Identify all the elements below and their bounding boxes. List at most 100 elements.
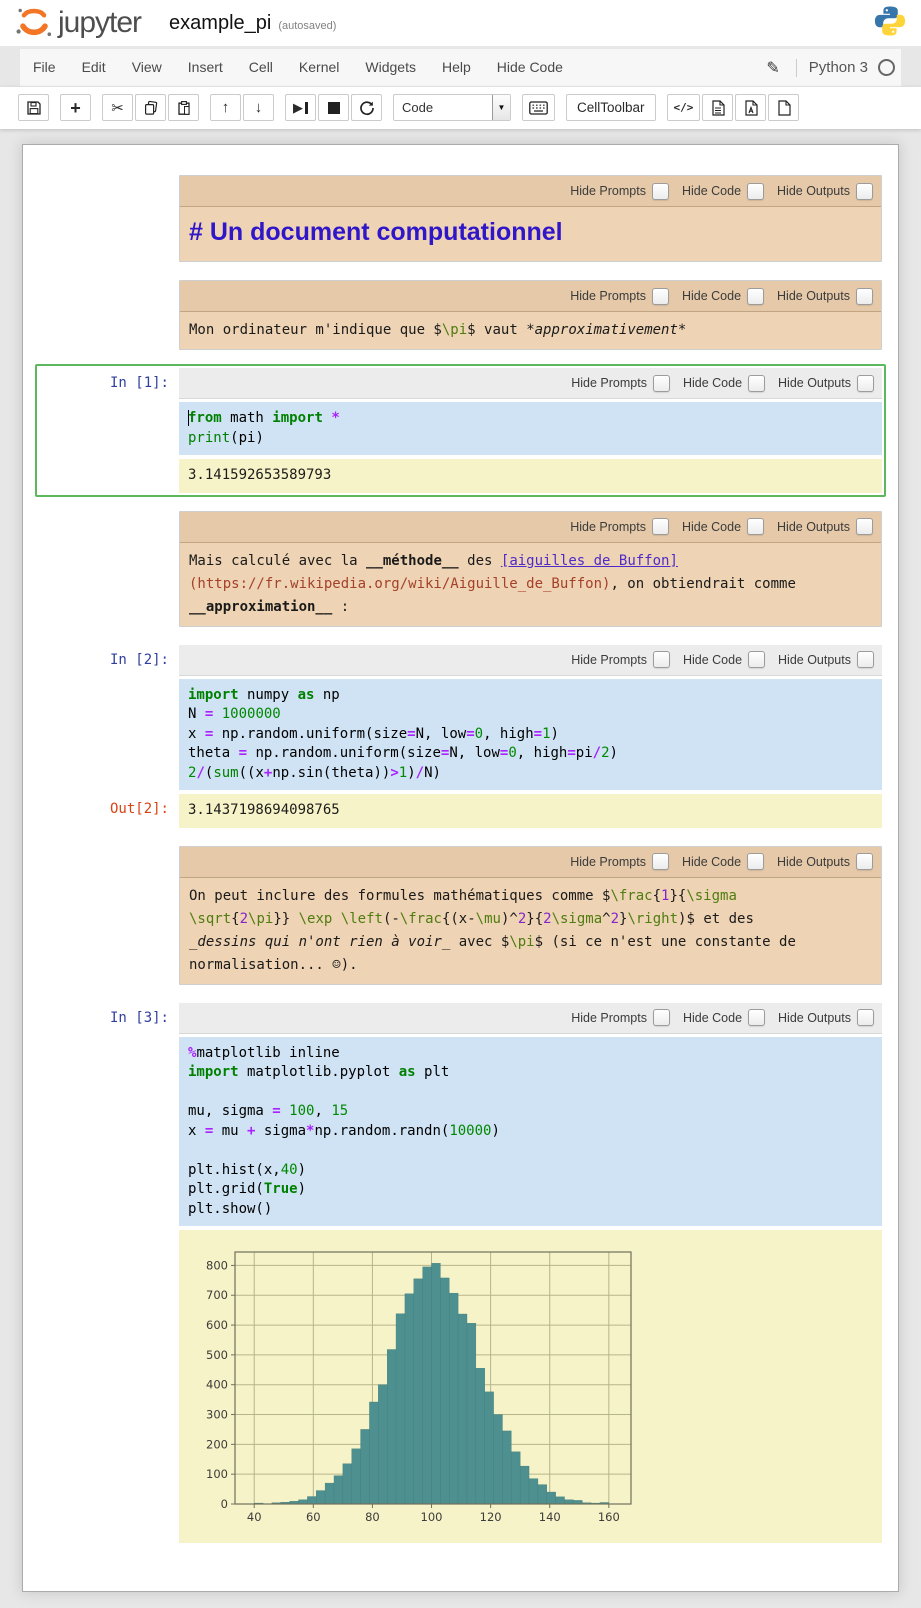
- cell-toolbar: Hide PromptsHide CodeHide Outputs: [179, 645, 882, 676]
- notebook-container: Hide PromptsHide CodeHide Outputs# Un do…: [22, 144, 899, 1592]
- svg-text:100: 100: [421, 1510, 443, 1524]
- hide-outputs-checkbox[interactable]: [856, 288, 873, 305]
- hide-prompts-label: Hide Prompts: [571, 1011, 647, 1025]
- text-line: # Un document computationnel: [189, 214, 872, 254]
- celltoolbar-button[interactable]: CellToolbar: [566, 94, 656, 121]
- text-line: plt.show(): [188, 1200, 873, 1220]
- hide-code-checkbox[interactable]: [748, 1009, 765, 1026]
- text-line: __approximation__ :: [189, 596, 872, 619]
- copy-cell-button[interactable]: [135, 94, 166, 121]
- text-line: %matplotlib inline: [188, 1044, 873, 1064]
- cell-md-formula[interactable]: Hide PromptsHide CodeHide OutputsOn peut…: [35, 842, 886, 989]
- hide-prompts-checkbox[interactable]: [652, 288, 669, 305]
- move-cell-down-button[interactable]: ↓: [243, 94, 274, 121]
- hide-code-checkbox[interactable]: [747, 518, 764, 535]
- cell-md-intro[interactable]: Hide PromptsHide CodeHide OutputsMon ord…: [35, 276, 886, 354]
- text-line: x = mu + sigma*np.random.randn(10000): [188, 1122, 873, 1142]
- code-editor[interactable]: %matplotlib inlineimport matplotlib.pypl…: [179, 1037, 882, 1227]
- cell-code-1[interactable]: In [1]:Hide PromptsHide CodeHide Outputs…: [35, 364, 886, 497]
- export-html-button[interactable]: [702, 94, 733, 121]
- move-cell-up-button[interactable]: ↑: [210, 94, 241, 121]
- svg-text:40: 40: [247, 1510, 262, 1524]
- export-clear-button[interactable]: [768, 94, 799, 121]
- menu-bar: FileEditViewInsertCellKernelWidgetsHelpH…: [20, 49, 901, 87]
- cut-cell-button[interactable]: ✂: [102, 94, 133, 121]
- text-line: On peut inclure des formules mathématiqu…: [189, 885, 872, 908]
- menu-item-insert[interactable]: Insert: [175, 49, 236, 86]
- hide-outputs-checkbox[interactable]: [856, 183, 873, 200]
- text-line: import numpy as np: [188, 686, 873, 706]
- menu-item-help[interactable]: Help: [429, 49, 484, 86]
- hide-outputs-label: Hide Outputs: [778, 376, 851, 390]
- hide-prompts-checkbox[interactable]: [652, 853, 669, 870]
- cell-code-3[interactable]: In [3]:Hide PromptsHide CodeHide Outputs…: [35, 999, 886, 1547]
- chevron-down-icon: ▼: [492, 95, 510, 120]
- hide-outputs-checkbox[interactable]: [856, 518, 873, 535]
- hide-outputs-label: Hide Outputs: [777, 520, 850, 534]
- code-editor[interactable]: import numpy as npN = 1000000x = np.rand…: [179, 679, 882, 791]
- hide-code-label: Hide Code: [683, 1011, 742, 1025]
- cell-md-title[interactable]: Hide PromptsHide CodeHide Outputs# Un do…: [35, 171, 886, 266]
- menu-item-widgets[interactable]: Widgets: [352, 49, 429, 86]
- menu-item-kernel[interactable]: Kernel: [286, 49, 352, 86]
- menu-item-file[interactable]: File: [20, 49, 69, 86]
- notebook-title[interactable]: example_pi: [169, 12, 271, 35]
- save-button[interactable]: [18, 94, 49, 121]
- cell-toolbar: Hide PromptsHide CodeHide Outputs: [179, 368, 882, 399]
- menu-item-cell[interactable]: Cell: [236, 49, 286, 86]
- hide-prompts-checkbox[interactable]: [653, 651, 670, 668]
- markdown-editor[interactable]: On peut inclure des formules mathématiqu…: [180, 878, 881, 984]
- output-prompt: Out[2]:: [39, 790, 179, 828]
- svg-text:200: 200: [206, 1437, 228, 1451]
- svg-text:60: 60: [306, 1510, 321, 1524]
- restart-kernel-button[interactable]: [351, 94, 382, 121]
- hide-code-checkbox[interactable]: [747, 288, 764, 305]
- code-editor[interactable]: from math import *print(pi): [179, 402, 882, 455]
- hide-prompts-checkbox[interactable]: [652, 183, 669, 200]
- insert-cell-below-button[interactable]: +: [60, 94, 91, 121]
- keyboard-shortcuts-button[interactable]: [522, 94, 555, 121]
- paste-cell-button[interactable]: [168, 94, 199, 121]
- cell-md-buffon[interactable]: Hide PromptsHide CodeHide OutputsMais ca…: [35, 507, 886, 631]
- hide-outputs-checkbox[interactable]: [856, 853, 873, 870]
- prompt-spacer: [39, 511, 179, 627]
- export-pdf-button[interactable]: [735, 94, 766, 121]
- markdown-editor[interactable]: # Un document computationnel: [180, 207, 881, 261]
- file-pdf-icon: [744, 100, 758, 116]
- menu-item-hide-code[interactable]: Hide Code: [484, 49, 576, 86]
- hide-outputs-checkbox[interactable]: [857, 651, 874, 668]
- text-line: [188, 1083, 873, 1103]
- menu-item-view[interactable]: View: [119, 49, 175, 86]
- cell-type-select[interactable]: Code ▼: [393, 94, 511, 121]
- markdown-editor[interactable]: Mais calculé avec la __méthode__ des [ai…: [180, 543, 881, 626]
- toggle-code-button[interactable]: </>: [667, 94, 701, 121]
- hide-outputs-checkbox[interactable]: [857, 1009, 874, 1026]
- hide-outputs-checkbox[interactable]: [857, 375, 874, 392]
- run-cell-button[interactable]: ▶: [285, 94, 316, 121]
- input-prompt: In [3]:: [39, 1003, 179, 1037]
- hide-outputs-label: Hide Outputs: [778, 653, 851, 667]
- hide-code-checkbox[interactable]: [747, 853, 764, 870]
- hide-prompts-label: Hide Prompts: [570, 289, 646, 303]
- cell-code-2[interactable]: In [2]:Hide PromptsHide CodeHide Outputs…: [35, 641, 886, 832]
- hide-code-checkbox[interactable]: [748, 651, 765, 668]
- cell-type-value: Code: [402, 100, 433, 115]
- hide-code-label: Hide Code: [683, 653, 742, 667]
- prompt-spacer: [39, 1226, 179, 1543]
- hide-prompts-checkbox[interactable]: [653, 375, 670, 392]
- hide-prompts-checkbox[interactable]: [652, 518, 669, 535]
- paste-icon: [176, 100, 192, 116]
- menu-item-edit[interactable]: Edit: [69, 49, 119, 86]
- interrupt-kernel-button[interactable]: [318, 94, 349, 121]
- kernel-status-icon: [878, 59, 895, 76]
- hide-outputs-label: Hide Outputs: [777, 289, 850, 303]
- hide-code-checkbox[interactable]: [748, 375, 765, 392]
- text-line: print(pi): [188, 429, 873, 449]
- jupyter-logo-icon[interactable]: [14, 1, 54, 46]
- hide-code-checkbox[interactable]: [747, 183, 764, 200]
- input-prompt: In [2]:: [39, 645, 179, 679]
- markdown-editor[interactable]: Mon ordinateur m'indique que $\pi$ vaut …: [180, 312, 881, 349]
- hide-prompts-checkbox[interactable]: [653, 1009, 670, 1026]
- hide-code-label: Hide Code: [683, 376, 742, 390]
- cell-toolbar: Hide PromptsHide CodeHide Outputs: [180, 281, 881, 312]
